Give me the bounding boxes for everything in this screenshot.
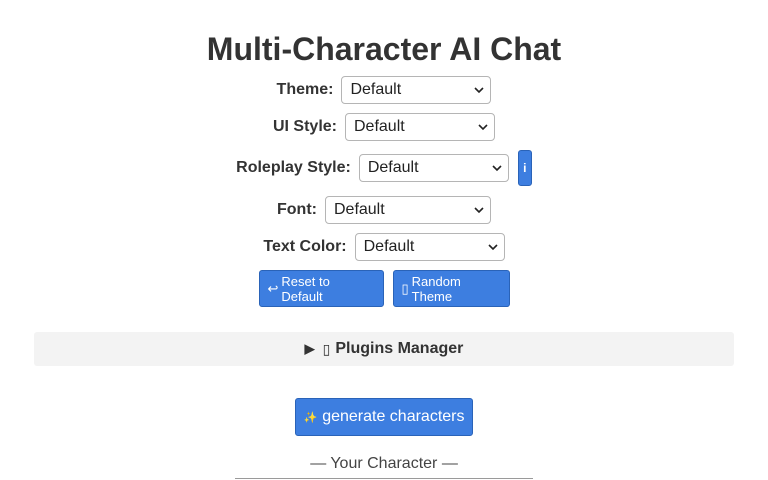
font-select[interactable]: Default bbox=[324, 196, 491, 224]
theme-label: Theme: bbox=[276, 81, 334, 98]
page-title: Multi-Character AI Chat bbox=[206, 31, 562, 67]
roleplay-style-select[interactable]: Default bbox=[358, 154, 509, 182]
roleplay-style-row: Roleplay Style: Default i bbox=[0, 150, 768, 186]
your-character-heading: — Your Character — bbox=[310, 455, 458, 472]
roleplay-info-button[interactable]: i bbox=[517, 150, 532, 186]
chevron-down-icon bbox=[474, 87, 485, 94]
plugin-icon: ▯ bbox=[322, 340, 331, 357]
chevron-down-icon bbox=[474, 207, 484, 214]
chevron-down-icon bbox=[478, 124, 488, 131]
plugins-manager-toggle[interactable]: ▶ ▯ Plugins Manager bbox=[34, 332, 734, 366]
chevron-down-icon bbox=[488, 244, 498, 251]
divider bbox=[235, 478, 533, 479]
roleplay-style-label: Roleplay Style: bbox=[236, 159, 351, 176]
random-theme-label: Random Theme bbox=[411, 273, 461, 304]
font-row: Font: Default bbox=[0, 196, 768, 224]
text-color-select-value: Default bbox=[363, 238, 415, 255]
theme-actions-row: ↩ Reset to Default ▯ Random Theme bbox=[0, 270, 768, 307]
theme-select[interactable]: Default bbox=[341, 76, 492, 104]
undo-icon: ↩ bbox=[267, 280, 279, 296]
theme-row: Theme: Default bbox=[0, 76, 768, 104]
generate-characters-label: generate characters bbox=[322, 408, 465, 425]
ui-style-label: UI Style: bbox=[272, 118, 337, 135]
plugins-manager-label: Plugins Manager bbox=[335, 340, 464, 357]
font-select-value: Default bbox=[333, 201, 385, 218]
sparkles-icon: ✨ bbox=[303, 411, 318, 424]
font-label: Font: bbox=[277, 201, 317, 218]
page: Multi-Character AI Chat Theme: Default U… bbox=[0, 0, 768, 480]
ui-style-select-value: Default bbox=[354, 118, 405, 135]
text-color-select[interactable]: Default bbox=[354, 233, 505, 261]
generate-characters-button[interactable]: ✨ generate characters bbox=[295, 398, 473, 436]
ui-style-select[interactable]: Default bbox=[345, 113, 495, 141]
chevron-down-icon bbox=[492, 165, 502, 172]
roleplay-style-select-value: Default bbox=[367, 159, 419, 176]
theme-select-value: Default bbox=[350, 81, 402, 98]
random-icon: ▯ bbox=[401, 280, 409, 296]
disclosure-triangle-icon: ▶ bbox=[304, 341, 315, 356]
text-color-label: Text Color: bbox=[263, 238, 347, 255]
text-color-row: Text Color: Default bbox=[0, 233, 768, 261]
ui-style-row: UI Style: Default bbox=[0, 113, 768, 141]
random-theme-button[interactable]: ▯ Random Theme bbox=[392, 270, 510, 307]
reset-to-default-label: Reset to Default bbox=[281, 273, 330, 304]
reset-to-default-button[interactable]: ↩ Reset to Default bbox=[258, 270, 384, 307]
